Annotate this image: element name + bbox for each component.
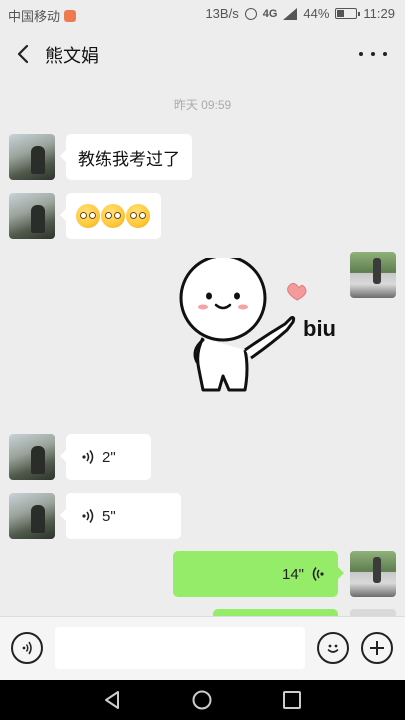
- contact-avatar[interactable]: [9, 193, 55, 239]
- message-text: 教练我考过了: [78, 149, 180, 169]
- voice-duration: 14": [281, 565, 304, 583]
- nav-back-button[interactable]: [102, 690, 122, 710]
- notification-icon: [64, 9, 77, 22]
- self-avatar[interactable]: [350, 252, 396, 298]
- self-avatar[interactable]: [350, 551, 396, 597]
- voice-message-bubble[interactable]: 2": [60, 434, 151, 480]
- clock: 11:29: [363, 6, 395, 21]
- flushed-emoji-icon: [76, 204, 100, 228]
- sticker-text: biu: [303, 316, 336, 341]
- plus-icon: [370, 641, 384, 655]
- contact-avatar[interactable]: [9, 134, 55, 180]
- circle-home-icon: [192, 690, 212, 710]
- more-button[interactable]: [359, 42, 387, 66]
- battery-icon: [335, 8, 361, 19]
- voice-wave-icon: [312, 567, 324, 581]
- chevron-left-icon: [17, 44, 29, 64]
- contact-avatar[interactable]: [9, 493, 55, 539]
- voice-message-bubble-self[interactable]: 14": [173, 551, 344, 597]
- voice-wave-icon: [82, 509, 94, 523]
- flushed-emoji-icon: [126, 204, 150, 228]
- system-nav-bar: [0, 680, 405, 720]
- carrier-label: 中国移动: [8, 9, 61, 24]
- signal-icon: [283, 7, 298, 20]
- battery-percent: 44%: [303, 6, 330, 21]
- voice-message-bubble[interactable]: 5": [60, 493, 181, 539]
- add-button[interactable]: [361, 632, 393, 664]
- square-recents-icon: [283, 691, 301, 709]
- contact-avatar[interactable]: [9, 434, 55, 480]
- chat-header: 熊文娟: [0, 28, 405, 80]
- network-type: 4G: [262, 7, 278, 20]
- alarm-icon: [244, 7, 257, 20]
- sticker-message[interactable]: biu: [175, 254, 345, 398]
- voice-duration: 5": [102, 507, 116, 525]
- voice-wave-icon: [82, 450, 94, 464]
- message-bubble-text[interactable]: 教练我考过了: [60, 134, 192, 180]
- message-bubble-emoji[interactable]: [60, 193, 161, 239]
- emoji-button[interactable]: [317, 632, 349, 664]
- voice-input-icon: [22, 641, 32, 655]
- back-button[interactable]: [12, 42, 36, 66]
- voice-duration: 2": [102, 448, 116, 466]
- waving-character-sticker-icon: biu: [179, 254, 336, 392]
- input-bar: [0, 616, 405, 680]
- contact-name: 熊文娟: [45, 46, 99, 66]
- nav-home-button[interactable]: [192, 690, 212, 710]
- more-dots-icon: [359, 52, 363, 56]
- flushed-emoji-icon: [101, 204, 125, 228]
- message-input[interactable]: [55, 627, 305, 669]
- triangle-back-icon: [105, 691, 119, 709]
- network-speed: 13B/s: [205, 6, 239, 21]
- nav-recents-button[interactable]: [282, 690, 302, 710]
- message-timestamp: 昨天 09:59: [173, 98, 232, 112]
- status-bar: 中国移动 13B/s 4G 44% 11:29: [0, 0, 405, 28]
- smiley-icon: [327, 644, 339, 653]
- voice-input-button[interactable]: [11, 632, 43, 664]
